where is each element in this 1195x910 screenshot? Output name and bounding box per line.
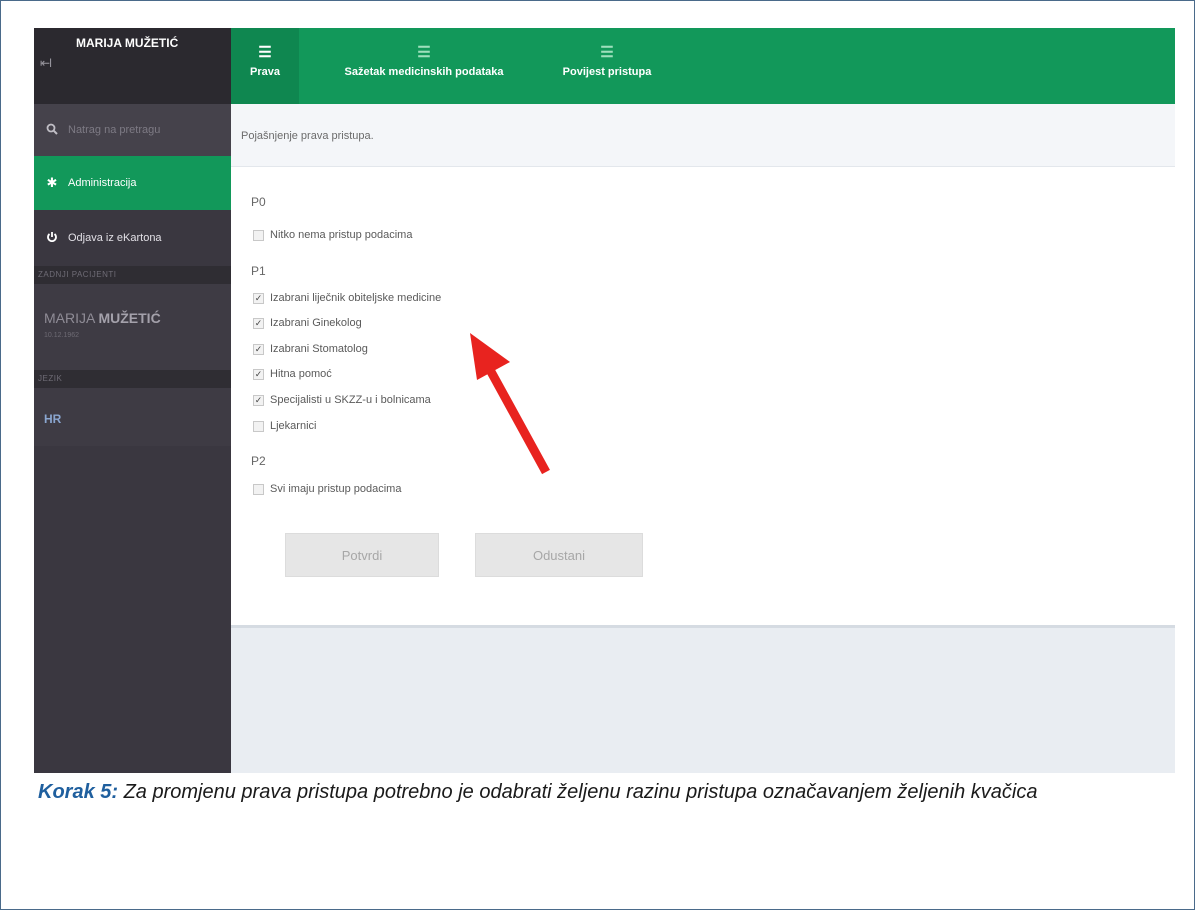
caption-text: Za promjenu prava pristupa potrebno je o…: [118, 781, 1038, 803]
app-screenshot: ⇤ǀ MARIJA MUŽETIĆ Natrag na pretragu ✱ A…: [34, 28, 1175, 773]
step-caption: Korak 5: Za promjenu prava pristupa potr…: [38, 779, 1183, 806]
caption-step-label: Korak 5:: [38, 781, 119, 803]
annotation-arrow: [470, 333, 550, 475]
